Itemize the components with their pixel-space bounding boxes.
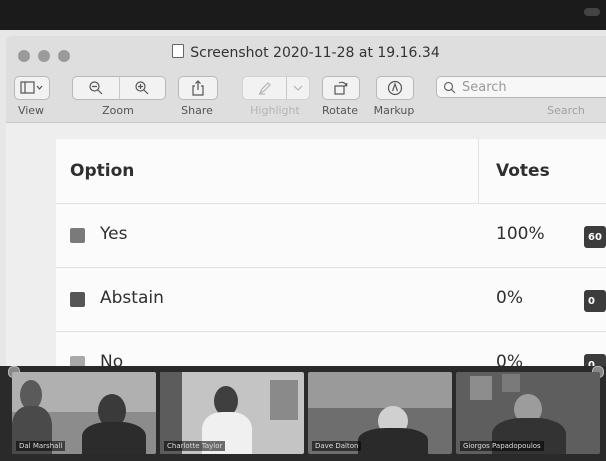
video-tile[interactable]: Charlotte Taylor bbox=[160, 372, 304, 454]
search-label: Search bbox=[547, 104, 585, 117]
zoom-out-button[interactable] bbox=[73, 77, 119, 99]
zoom-in-icon bbox=[135, 81, 149, 95]
video-tile[interactable]: Dave Dalton bbox=[308, 372, 452, 454]
vote-count-badge: 0 bbox=[584, 290, 606, 312]
document-icon bbox=[172, 44, 185, 58]
share-button[interactable] bbox=[178, 76, 218, 100]
search-icon bbox=[443, 81, 456, 93]
search-input[interactable] bbox=[460, 78, 594, 96]
markup-label: Markup bbox=[373, 104, 415, 117]
chevron-down-icon bbox=[293, 85, 303, 91]
zoom-out-icon bbox=[89, 81, 103, 95]
zoom-control bbox=[72, 76, 166, 100]
option-color-swatch bbox=[70, 292, 85, 307]
option-label: Abstain bbox=[100, 288, 164, 308]
rotate-label: Rotate bbox=[321, 104, 358, 117]
column-divider bbox=[478, 139, 479, 203]
highlight-button[interactable] bbox=[243, 77, 286, 99]
option-percent: 100% bbox=[496, 224, 545, 244]
share-icon bbox=[192, 80, 204, 96]
view-menu-button[interactable] bbox=[14, 76, 50, 100]
window-title: Screenshot 2020-11-28 at 19.16.34 bbox=[190, 45, 440, 61]
option-percent: 0% bbox=[496, 288, 523, 308]
highlighter-icon bbox=[258, 82, 271, 95]
option-label: Yes bbox=[100, 224, 128, 244]
wall-poster bbox=[502, 374, 520, 392]
highlight-dropdown-button[interactable] bbox=[286, 77, 309, 99]
participant-body bbox=[82, 422, 146, 454]
participant-name: Dal Marshall bbox=[16, 441, 66, 451]
markup-icon bbox=[387, 80, 403, 96]
highlight-control[interactable] bbox=[242, 76, 310, 100]
video-background bbox=[308, 372, 452, 408]
rotate-icon bbox=[334, 81, 348, 95]
zoom-in-button[interactable] bbox=[118, 77, 166, 99]
highlight-label: Highlight bbox=[250, 104, 300, 117]
sidebar-icon bbox=[20, 81, 43, 94]
poll-option-row-abstain: Abstain 0% 0 bbox=[56, 268, 606, 332]
recording-indicator-icon bbox=[584, 8, 600, 16]
zoom-label: Zoom bbox=[102, 104, 134, 117]
option-color-swatch bbox=[70, 228, 85, 243]
share-label: Share bbox=[181, 104, 213, 117]
video-tile[interactable]: Giorgos Papadopoulos bbox=[456, 372, 600, 454]
participant-name: Dave Dalton bbox=[312, 441, 362, 451]
wall-poster bbox=[270, 380, 298, 420]
video-participant-strip: Dal Marshall Charlotte Taylor Dave Dalto… bbox=[0, 366, 606, 461]
video-tile[interactable]: Dal Marshall bbox=[12, 372, 156, 454]
participant-name: Charlotte Taylor bbox=[164, 441, 226, 451]
vote-count-badge: 60 bbox=[584, 226, 606, 248]
markup-button[interactable] bbox=[376, 76, 414, 100]
toolbar: Screenshot 2020-11-28 at 19.16.34 View Z… bbox=[6, 36, 606, 123]
participant-name: Giorgos Papadopoulos bbox=[460, 441, 544, 451]
option-column-header: Option bbox=[70, 161, 135, 181]
participant-body bbox=[358, 428, 428, 454]
search-field[interactable] bbox=[436, 76, 606, 98]
wall-poster bbox=[470, 376, 492, 400]
table-header-row: Option Votes bbox=[56, 139, 606, 204]
rotate-button[interactable] bbox=[322, 76, 360, 100]
view-label: View bbox=[17, 104, 45, 117]
system-menubar bbox=[0, 0, 606, 30]
poll-option-row-yes: Yes 100% 60 bbox=[56, 204, 606, 268]
votes-column-header: Votes bbox=[496, 161, 550, 181]
window-title-bar: Screenshot 2020-11-28 at 19.16.34 bbox=[6, 44, 606, 61]
